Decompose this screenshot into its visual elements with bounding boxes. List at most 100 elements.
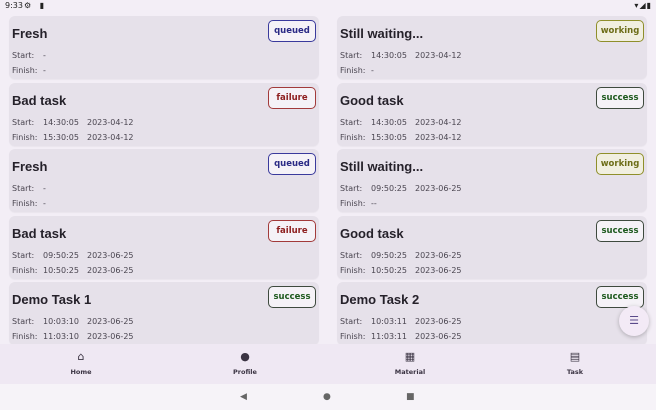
task-title: Bad task [12,92,67,108]
start-date: 2023-06-25 [415,317,462,326]
start-date: 2023-04-12 [415,51,462,60]
task-card[interactable]: Demo Task 2 success Start: 10:03:11 2023-0… [337,282,647,345]
start-date: 2023-06-25 [87,250,134,260]
nav-home[interactable]: ⌂ Home [41,350,121,376]
start-label: Start: [12,184,35,193]
finish-time: - [43,66,46,75]
start-label: Start: [12,51,35,60]
finish-label: Finish: [12,332,38,341]
finish-date: 2023-04-12 [87,132,134,142]
finish-date: 2023-06-25 [87,265,134,275]
status-time: 9:33 [5,1,23,10]
start-time: - [43,184,46,193]
start-row: Start: 09:50:25 2023-06-25 [340,251,462,260]
task-card[interactable]: Good task success Start: 14:30:05 2023-04-… [337,82,647,146]
finish-time: 11:03:11 [371,332,407,341]
start-row: Start: 14:30:05 2023-04-12 [340,51,462,60]
person-icon: ● [240,350,250,363]
finish-time: 10:50:25 [371,265,407,275]
finish-date: 2023-06-25 [415,265,462,275]
finish-time: -- [371,199,377,208]
start-row: Start: 10:03:10 2023-06-25 [12,317,134,326]
task-card[interactable]: Demo Task 1 success Start: 10:03:10 2023-0… [9,282,319,345]
finish-label: Finish: [340,66,366,75]
start-time: 09:50:25 [43,250,79,260]
start-time: 14:30:05 [371,117,407,127]
finish-row: Finish: - [340,66,415,75]
start-row: Start: 10:03:11 2023-06-25 [340,317,462,326]
start-time: 09:50:25 [371,250,407,260]
start-time: - [43,51,46,60]
finish-time: - [371,66,374,75]
back-button[interactable]: ◀ [240,392,247,402]
task-title: Bad task [12,225,67,241]
task-card[interactable]: Still waiting... working Start: 09:50:25 2… [337,149,647,212]
recents-button[interactable]: ■ [406,392,415,402]
filter-icon: ☰ [629,314,639,327]
start-label: Start: [340,117,363,127]
finish-row: Finish: 10:50:25 2023-06-25 [12,266,134,275]
home-system-button[interactable]: ● [323,392,331,402]
finish-row: Finish: 11:03:10 2023-06-25 [12,332,134,341]
task-title: Good task [340,225,404,241]
finish-time: 15:30:05 [43,132,79,142]
filter-button[interactable]: ☰ [619,306,649,336]
task-card[interactable]: Fresh queued Start: - Finish: - [9,149,319,212]
nav-material[interactable]: ▦ Material [370,350,450,376]
start-label: Start: [340,317,363,326]
status-badge: failure [268,86,316,109]
task-card[interactable]: Bad task failure Start: 14:30:05 2023-04-1… [9,82,319,146]
start-label: Start: [340,184,363,193]
start-label: Start: [340,250,363,260]
task-card[interactable]: Still waiting... working Start: 14:30:05 2… [337,16,647,79]
nav-task[interactable]: ▤ Task [535,350,615,376]
start-row: Start: - [12,51,87,60]
status-notification-icons: ⚙ ▮ [24,1,48,10]
finish-date: 2023-04-12 [415,132,462,142]
finish-label: Finish: [12,265,38,275]
task-title: Still waiting... [340,26,424,41]
finish-row: Finish: 15:30:05 2023-04-12 [340,133,462,142]
finish-time: - [43,199,46,208]
finish-date: 2023-06-25 [87,332,134,341]
system-navigation-bar: ◀ ● ■ [0,384,656,410]
finish-time: 15:30:05 [371,132,407,142]
start-time: 10:03:11 [371,317,407,326]
status-badge: success [596,219,644,242]
start-date: 2023-04-12 [415,117,462,127]
home-icon: ⌂ [77,350,85,363]
status-badge: failure [268,219,316,242]
finish-time: 11:03:10 [43,332,79,341]
finish-label: Finish: [12,199,38,208]
finish-row: Finish: 11:03:11 2023-06-25 [340,332,462,341]
finish-row: Finish: 10:50:25 2023-06-25 [340,266,462,275]
task-card[interactable]: Fresh queued Start: - Finish: - [9,16,319,79]
finish-row: Finish: - [12,66,87,75]
start-label: Start: [12,117,35,127]
bottom-navigation: ⌂ Home ● Profile ▦ Material ▤ Task [0,344,656,384]
start-row: Start: 14:30:05 2023-04-12 [12,118,134,127]
finish-label: Finish: [12,66,38,75]
finish-label: Finish: [12,132,38,142]
nav-home-label: Home [70,368,92,376]
task-icon: ▤ [569,350,581,363]
finish-date: 2023-06-25 [415,332,462,341]
task-title: Good task [340,92,404,108]
task-title: Still waiting... [340,159,424,174]
finish-time: 10:50:25 [43,265,79,275]
start-date: 2023-06-25 [415,250,462,260]
task-card[interactable]: Bad task failure Start: 09:50:25 2023-06-2… [9,215,319,279]
start-row: Start: 14:30:05 2023-04-12 [340,118,462,127]
status-badge: working [596,20,644,42]
start-row: Start: - [12,184,87,193]
grid-icon: ▦ [404,350,416,363]
start-time: 14:30:05 [43,117,79,127]
start-label: Start: [12,317,35,326]
start-label: Start: [340,51,363,60]
task-title: Demo Task 2 [340,292,420,307]
nav-profile[interactable]: ● Profile [205,350,285,376]
start-label: Start: [12,250,35,260]
start-date: 2023-04-12 [87,117,134,127]
task-card[interactable]: Good task success Start: 09:50:25 2023-06-… [337,215,647,279]
status-badge: success [596,286,644,308]
